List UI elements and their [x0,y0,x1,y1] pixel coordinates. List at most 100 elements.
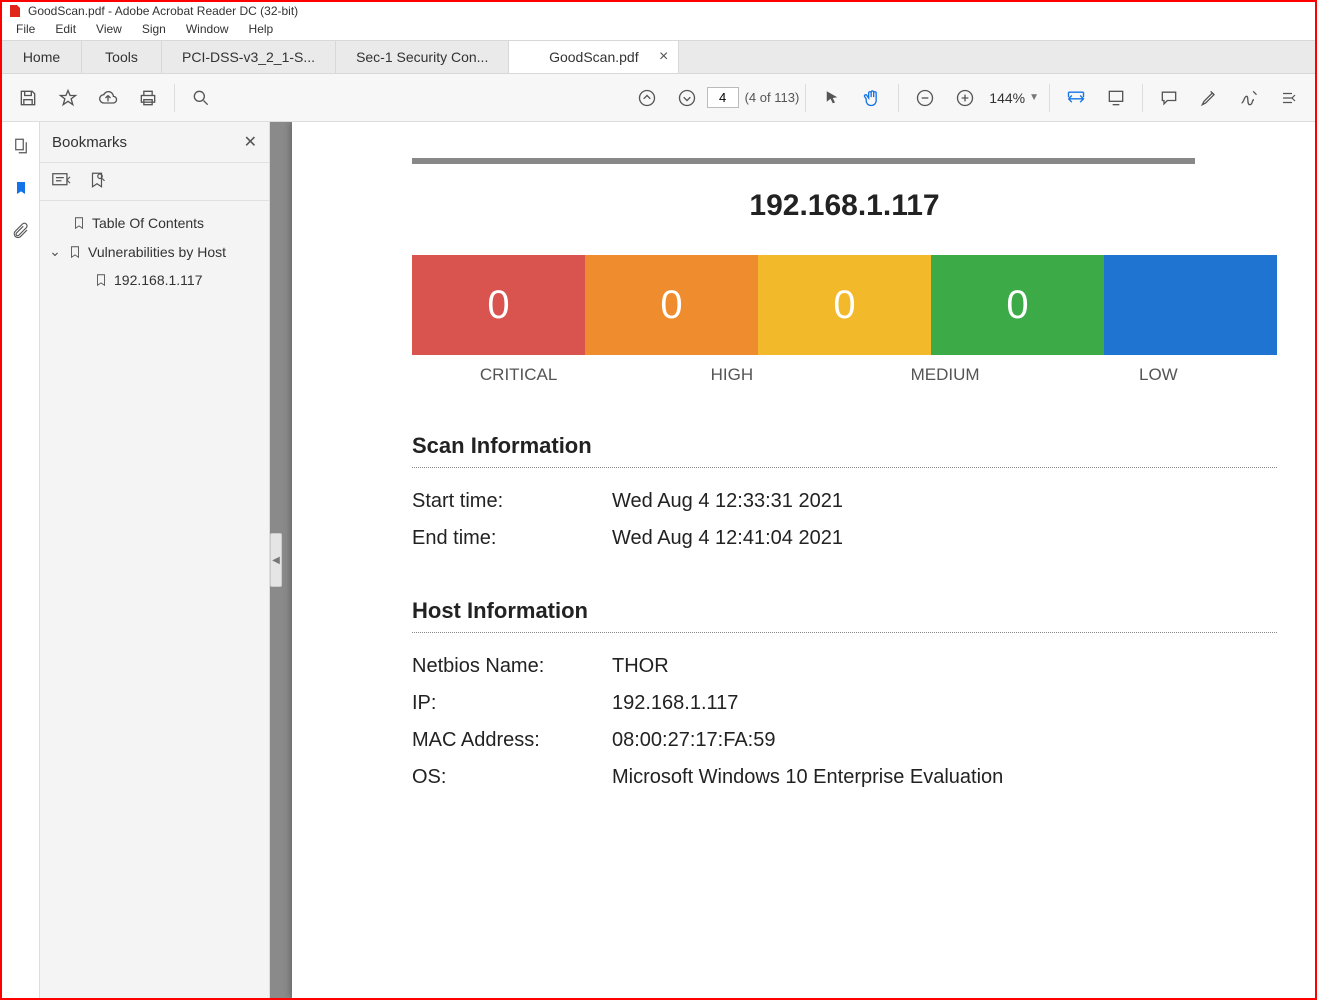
tab-strip: Home Tools PCI-DSS-v3_2_1-S... Sec-1 Sec… [2,40,1315,74]
menu-edit[interactable]: Edit [45,20,86,38]
kv-row: End time:Wed Aug 4 12:41:04 2021 [412,527,1277,550]
severity-label: CRITICAL [412,355,625,385]
page-up-icon[interactable] [627,78,667,118]
severity-labels: CRITICAL HIGH MEDIUM LOW [412,355,1277,385]
app-frame: GoodScan.pdf - Adobe Acrobat Reader DC (… [0,0,1317,1000]
kv-value: 08:00:27:17:FA:59 [612,729,775,752]
sign-icon[interactable] [1229,78,1269,118]
menubar: File Edit View Sign Window Help [2,20,1315,40]
menu-file[interactable]: File [6,20,45,38]
fit-width-icon[interactable] [1056,78,1096,118]
close-icon[interactable]: × [659,48,668,66]
kv-value: 192.168.1.117 [612,692,738,715]
severity-high: 0 [585,255,758,355]
kv-value: Wed Aug 4 12:41:04 2021 [612,527,843,550]
kv-row: MAC Address:08:00:27:17:FA:59 [412,729,1277,752]
severity-info [1104,255,1277,355]
pdf-page: 192.168.1.117 0 0 0 0 CRITICAL HIGH MEDI… [292,122,1315,998]
bookmarks-title: Bookmarks [52,134,127,151]
fit-page-icon[interactable] [1096,78,1136,118]
menu-sign[interactable]: Sign [132,20,176,38]
doc-tab-label: Sec-1 Security Con... [356,49,488,65]
zoom-select[interactable]: 144% ▼ [985,88,1043,108]
section-scan-info: Scan Information [412,433,1277,468]
bookmark-glyph-icon [72,215,86,231]
chevron-down-icon[interactable]: ⌄ [48,243,62,260]
bookmark-item[interactable]: ⌄ Vulnerabilities by Host [46,237,263,266]
highlight-icon[interactable] [1189,78,1229,118]
severity-label: LOW [1052,355,1265,385]
page-number-input[interactable] [707,87,739,108]
chevron-down-icon: ▼ [1029,92,1039,103]
window-title: GoodScan.pdf - Adobe Acrobat Reader DC (… [28,4,298,18]
titlebar: GoodScan.pdf - Adobe Acrobat Reader DC (… [2,2,1315,20]
doc-tab-label: GoodScan.pdf [549,49,639,65]
page-count-label: (4 of 113) [745,90,800,105]
kv-value: Microsoft Windows 10 Enterprise Evaluati… [612,766,1003,789]
attachments-icon[interactable] [7,216,35,244]
kv-row: Netbios Name:THOR [412,655,1277,678]
selection-tool-icon[interactable] [812,78,852,118]
bookmark-glyph-icon [68,244,82,260]
kv-key: OS: [412,766,612,789]
kv-value: THOR [612,655,669,678]
menu-view[interactable]: View [86,20,132,38]
zoom-in-icon[interactable] [945,78,985,118]
bookmark-tree: Table Of Contents ⌄ Vulnerabilities by H… [40,201,269,302]
kv-key: Start time: [412,490,612,513]
kv-key: End time: [412,527,612,550]
bookmark-label: Vulnerabilities by Host [88,244,226,260]
left-rail [2,122,40,998]
star-icon[interactable] [48,78,88,118]
bookmark-item[interactable]: Table Of Contents [46,209,263,237]
bookmark-label: 192.168.1.117 [114,272,203,288]
kv-key: IP: [412,692,612,715]
severity-label: MEDIUM [839,355,1052,385]
doc-tab-2[interactable]: GoodScan.pdf × [509,40,679,73]
save-icon[interactable] [8,78,48,118]
bookmark-item[interactable]: 192.168.1.117 [46,266,263,294]
cloud-upload-icon[interactable] [88,78,128,118]
kv-key: MAC Address: [412,729,612,752]
hand-tool-icon[interactable] [852,78,892,118]
zoom-label: 144% [989,90,1025,106]
zoom-out-icon[interactable] [905,78,945,118]
bookmark-options-icon[interactable] [52,172,74,191]
tab-home[interactable]: Home [2,41,82,73]
severity-low: 0 [931,255,1104,355]
thumbnails-icon[interactable] [7,132,35,160]
section-host-info: Host Information [412,598,1277,633]
panel-collapse-handle[interactable]: ◀ [270,533,282,587]
main-area: Bookmarks ✕ Table Of Contents ⌄ Vulnerab… [2,122,1315,998]
severity-medium: 0 [758,255,931,355]
severity-critical: 0 [412,255,585,355]
tab-tools[interactable]: Tools [82,41,162,73]
page-down-icon[interactable] [667,78,707,118]
kv-value: Wed Aug 4 12:33:31 2021 [612,490,843,513]
panel-close-icon[interactable]: ✕ [244,132,257,152]
severity-bar: 0 0 0 0 [412,255,1277,355]
acrobat-icon [8,4,22,18]
menu-help[interactable]: Help [239,20,284,38]
doc-tab-1[interactable]: Sec-1 Security Con... [336,41,509,73]
kv-row: OS:Microsoft Windows 10 Enterprise Evalu… [412,766,1277,789]
toolbar: (4 of 113) 144% ▼ [2,74,1315,122]
document-viewport[interactable]: ◀ 192.168.1.117 0 0 0 0 CRITICAL HIGH [270,122,1315,998]
page-divider [412,158,1195,164]
doc-tab-0[interactable]: PCI-DSS-v3_2_1-S... [162,41,336,73]
severity-label: HIGH [625,355,838,385]
bookmark-glyph-icon [94,272,108,288]
doc-tab-label: PCI-DSS-v3_2_1-S... [182,49,315,65]
find-bookmark-icon[interactable] [88,171,106,192]
menu-window[interactable]: Window [176,20,239,38]
find-icon[interactable] [181,78,221,118]
kv-key: Netbios Name: [412,655,612,678]
bookmarks-panel: Bookmarks ✕ Table Of Contents ⌄ Vulnerab… [40,122,270,998]
print-icon[interactable] [128,78,168,118]
comment-icon[interactable] [1149,78,1189,118]
bookmark-label: Table Of Contents [92,215,204,231]
more-tools-icon[interactable] [1269,78,1309,118]
bookmarks-icon[interactable] [7,174,35,202]
kv-row: Start time:Wed Aug 4 12:33:31 2021 [412,490,1277,513]
kv-row: IP:192.168.1.117 [412,692,1277,715]
